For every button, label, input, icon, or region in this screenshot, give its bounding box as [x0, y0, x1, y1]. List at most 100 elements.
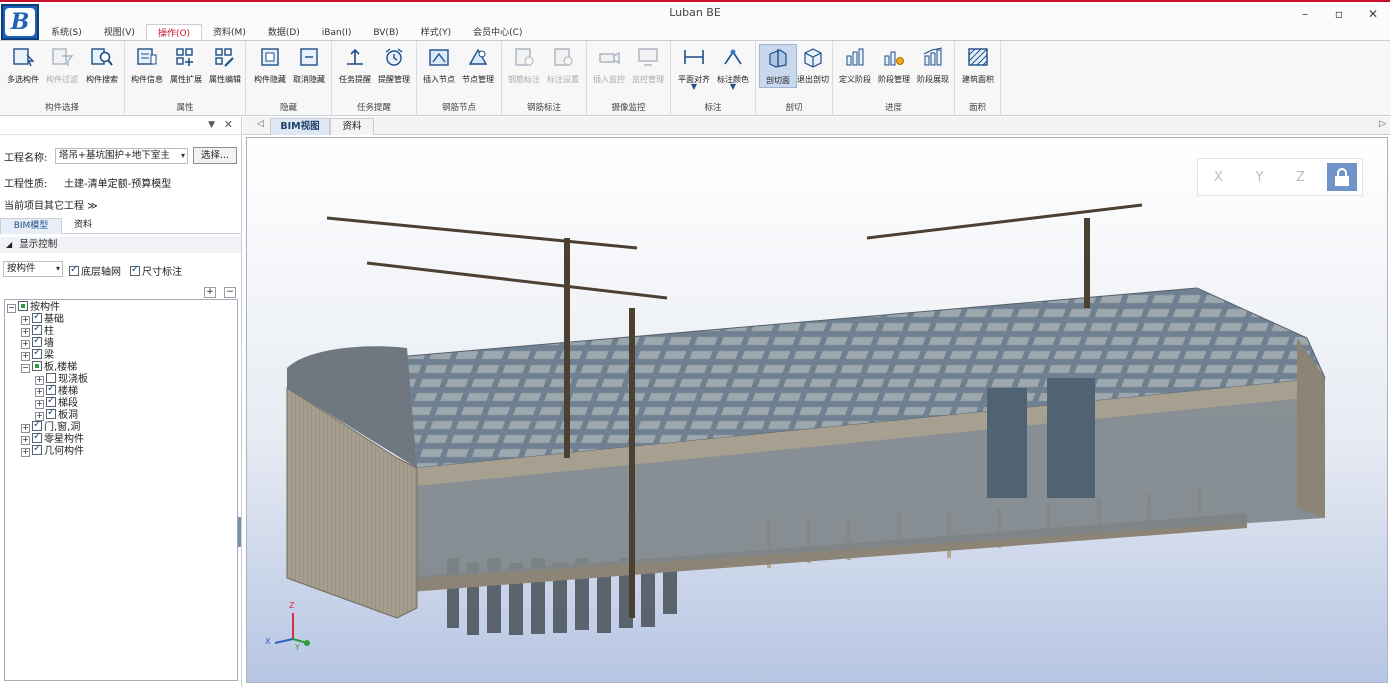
view-y-button[interactable]: Y — [1245, 163, 1275, 191]
project-name-value: 塔吊+基坑围护+地下室主 — [59, 150, 170, 161]
checkbox-icon[interactable] — [32, 323, 42, 335]
checkbox-icon[interactable] — [32, 335, 42, 347]
chevron-down-icon[interactable]: ▼ — [691, 82, 697, 91]
expand-icon[interactable]: + — [21, 328, 30, 337]
lock-button[interactable] — [1326, 163, 1357, 191]
dropdown-icon[interactable]: ▼ — [208, 120, 215, 130]
checkbox-icon[interactable] — [32, 347, 42, 359]
ribbon-group-dimension: 平面对齐 ▼ 标注颜色 ▼ 标注 — [671, 41, 756, 116]
collapse-icon[interactable]: − — [7, 304, 16, 313]
checkbox-icon[interactable] — [69, 264, 79, 276]
expand-icon[interactable]: + — [21, 316, 30, 325]
chevron-down-icon[interactable]: ▼ — [730, 82, 736, 91]
hide-component-button[interactable]: 构件隐藏 — [251, 44, 289, 88]
choose-button[interactable]: 选择... — [193, 147, 237, 164]
group-label: 钢筋节点 — [441, 103, 476, 113]
unhide-button[interactable]: 取消隐藏 — [290, 44, 328, 88]
unhide-icon — [300, 48, 318, 66]
minimize-button[interactable]: – — [1288, 4, 1322, 24]
ribbon-group-rebar-node: 插入节点 节点管理 钢筋节点 — [417, 41, 502, 116]
logo-letter: B — [5, 8, 35, 36]
component-filter-button: 构件过滤 — [43, 44, 81, 88]
reminder-manage-button[interactable]: 提醒管理 — [375, 44, 413, 88]
tree-collapse-all-button[interactable]: − — [224, 287, 236, 298]
collapse-icon[interactable]: ◢ — [6, 240, 12, 249]
tree-node-label: 梯段 — [58, 398, 78, 409]
ribbon-group-component-select: 多选构件 构件过滤 构件搜索 构件选择 — [0, 41, 125, 116]
building-area-button[interactable]: 建筑面积 — [959, 44, 997, 88]
node-manage-button[interactable]: 节点管理 — [459, 44, 497, 88]
checkbox-icon[interactable] — [46, 373, 56, 383]
tree-expand-all-button[interactable]: + — [204, 287, 216, 298]
scroll-right-icon[interactable]: ▷ — [1379, 119, 1386, 129]
checkbox-icon[interactable] — [130, 264, 140, 276]
chevron-down-icon[interactable]: ▾ — [181, 149, 185, 163]
expand-icon[interactable]: + — [21, 448, 30, 457]
property-extend-button[interactable]: 属性扩展 — [167, 44, 205, 88]
checkbox-icon[interactable] — [32, 431, 42, 443]
project-name-combo[interactable]: 塔吊+基坑围护+地下室主 ▾ — [55, 148, 188, 164]
close-icon[interactable]: ✕ — [224, 118, 233, 131]
tab-material[interactable]: 资料 — [330, 118, 374, 135]
view-x-button[interactable]: X — [1204, 163, 1234, 191]
stage-manage-button[interactable]: 阶段管理 — [875, 44, 913, 88]
exit-section-button[interactable]: 退出剖切 — [794, 44, 832, 88]
multi-select-button[interactable]: 多选构件 — [4, 44, 42, 88]
filter-value: 按构件 — [7, 263, 36, 274]
info-icon — [137, 48, 157, 65]
expand-icon[interactable]: + — [21, 352, 30, 361]
expand-icon[interactable]: + — [21, 340, 30, 349]
view-orientation-toolbar: X Y Z — [1197, 158, 1363, 196]
checkbox-icon[interactable] — [46, 395, 56, 407]
stage-display-button[interactable]: 阶段展现 — [914, 44, 952, 88]
plane-align-button[interactable]: 平面对齐 ▼ — [675, 44, 713, 91]
app-logo[interactable]: B — [1, 4, 39, 40]
checkbox-icon[interactable] — [18, 301, 28, 311]
expand-icon[interactable]: + — [35, 388, 44, 397]
component-info-button[interactable]: 构件信息 — [128, 44, 166, 88]
checkbox-icon[interactable] — [46, 407, 56, 419]
restore-button[interactable]: ▫ — [1322, 4, 1356, 24]
checkbox-icon[interactable] — [32, 443, 42, 455]
checkbox-icon[interactable] — [32, 419, 42, 431]
subtab-material[interactable]: 资料 — [62, 218, 104, 234]
expand-icon[interactable]: + — [35, 400, 44, 409]
project-name-label: 工程名称: — [4, 153, 48, 164]
group-label: 摄像监控 — [611, 103, 646, 113]
tree-node-geometry[interactable]: + 几何构件 — [21, 443, 84, 458]
expand-icon[interactable]: + — [21, 424, 30, 433]
filter-icon — [52, 48, 74, 66]
other-projects-link[interactable]: 当前项目其它工程 ≫ — [4, 197, 98, 212]
annotation-color-button[interactable]: 标注颜色 ▼ — [714, 44, 752, 91]
bim-3d-viewport[interactable]: X Y Z Z X Y — [246, 137, 1388, 683]
axis-x-label: X — [265, 637, 271, 646]
filter-select[interactable]: 按构件 ▾ — [3, 261, 63, 277]
project-type-label: 工程性质: — [4, 179, 48, 190]
display-control-section[interactable]: ◢ 显示控制 — [0, 237, 241, 253]
checkbox-icon[interactable] — [32, 361, 42, 371]
dimension-checkbox[interactable]: 尺寸标注 — [130, 263, 182, 278]
panel-splitter[interactable] — [238, 517, 241, 547]
section-plane-button[interactable]: 剖切面 — [759, 44, 797, 88]
task-reminder-button[interactable]: 任务提醒 — [336, 44, 374, 88]
checkbox-icon[interactable] — [32, 311, 42, 323]
expand-icon[interactable]: ≫ — [87, 201, 97, 212]
expand-icon[interactable]: + — [35, 376, 44, 385]
axis-checkbox[interactable]: 底层轴网 — [69, 263, 121, 278]
property-edit-button[interactable]: 属性编辑 — [206, 44, 244, 88]
ribbon-group-camera: 插入监控 监控管理 摄像监控 — [587, 41, 671, 116]
define-stage-button[interactable]: 定义阶段 — [836, 44, 874, 88]
left-panel: ▼ ✕ 工程名称: 塔吊+基坑围护+地下室主 ▾ 选择... 工程性质: 土建-… — [0, 117, 242, 687]
chevron-down-icon[interactable]: ▾ — [56, 262, 60, 276]
dimension-checkbox-label: 尺寸标注 — [142, 267, 182, 278]
tab-bim-view[interactable]: BIM视图 — [270, 118, 330, 135]
close-button[interactable]: ✕ — [1356, 4, 1390, 24]
view-z-button[interactable]: Z — [1286, 163, 1316, 191]
expand-icon[interactable]: + — [21, 436, 30, 445]
subtab-bim-model[interactable]: BIM模型 — [0, 218, 62, 234]
checkbox-icon[interactable] — [46, 383, 56, 395]
collapse-icon[interactable]: − — [21, 364, 30, 373]
scroll-left-icon[interactable]: ◁ — [257, 119, 264, 129]
component-search-button[interactable]: 构件搜索 — [83, 44, 121, 88]
insert-node-button[interactable]: 插入节点 — [420, 44, 458, 88]
